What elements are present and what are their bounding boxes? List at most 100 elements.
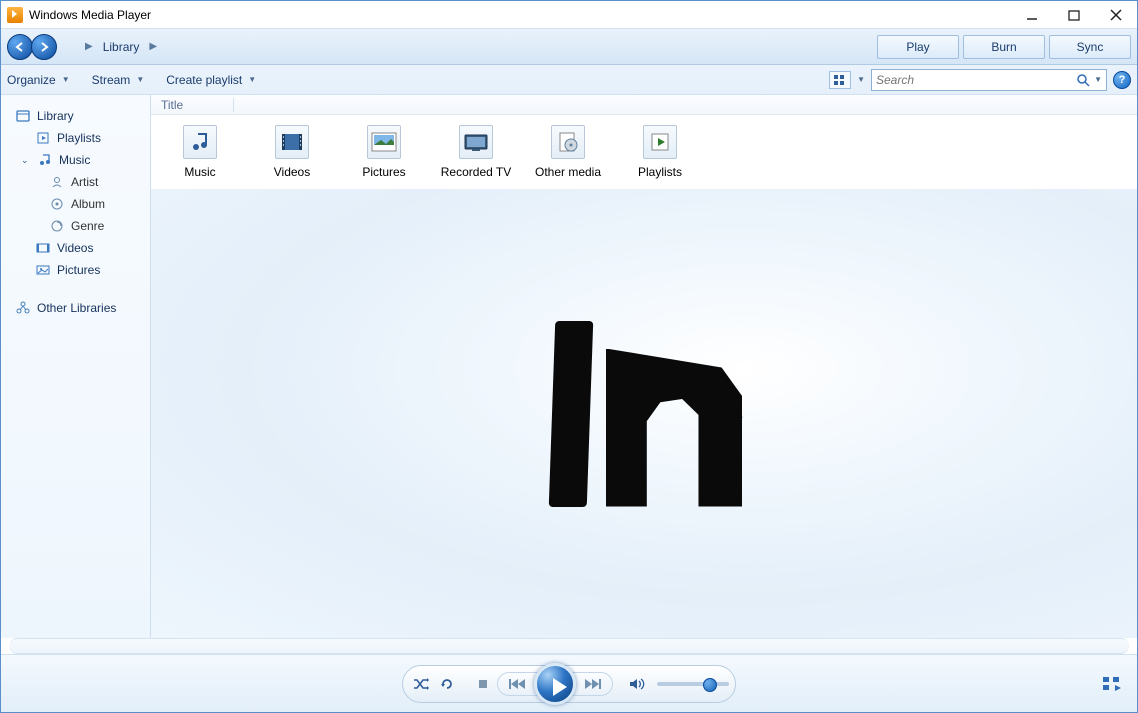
mute-button[interactable]	[625, 669, 649, 699]
sidebar-label: Other Libraries	[37, 299, 116, 317]
view-grid-icon	[834, 75, 846, 85]
burn-tab-button[interactable]: Burn	[963, 35, 1045, 59]
content-background: 264	[151, 189, 1137, 638]
library-item-recorded-tv[interactable]: Recorded TV	[441, 125, 511, 179]
chevron-down-icon[interactable]: ▼	[1094, 75, 1102, 84]
window: Windows Media Player ▶ Library ▶ Play	[0, 0, 1138, 713]
sidebar-label: Music	[59, 151, 90, 169]
music-icon	[183, 125, 217, 159]
close-icon	[1110, 9, 1122, 21]
library-item-other-media[interactable]: Other media	[533, 125, 603, 179]
view-options-button[interactable]	[829, 71, 851, 89]
main-panel: Title Music Videos	[151, 95, 1137, 638]
column-title: Title	[161, 98, 234, 112]
sync-tab-button[interactable]: Sync	[1049, 35, 1131, 59]
next-icon	[584, 677, 602, 691]
music-icon	[37, 152, 53, 168]
back-button[interactable]	[7, 34, 33, 60]
organize-menu[interactable]: Organize ▼	[7, 73, 70, 87]
search-input[interactable]	[876, 73, 1076, 87]
create-playlist-menu[interactable]: Create playlist ▼	[166, 73, 256, 87]
player-controls	[1, 654, 1137, 712]
sidebar-item-other-libraries[interactable]: Other Libraries	[5, 297, 146, 319]
close-button[interactable]	[1095, 1, 1137, 29]
chevron-down-icon: ▼	[62, 75, 70, 84]
album-icon	[49, 196, 65, 212]
previous-button[interactable]	[502, 669, 532, 699]
sidebar-label: Library	[37, 107, 74, 125]
chevron-down-icon[interactable]: ▼	[857, 75, 865, 84]
play-button[interactable]	[534, 663, 576, 705]
titlebar: Windows Media Player	[1, 1, 1137, 29]
sidebar-label: Playlists	[57, 129, 101, 147]
minimize-button[interactable]	[1011, 1, 1053, 29]
breadcrumb[interactable]: ▶ Library ▶	[85, 40, 157, 54]
play-tab-button[interactable]: Play	[877, 35, 959, 59]
library-icon	[15, 108, 31, 124]
breadcrumb-sep-icon: ▶	[149, 41, 157, 52]
library-item-label: Music	[184, 165, 215, 179]
window-title: Windows Media Player	[29, 8, 1011, 22]
video-icon	[275, 125, 309, 159]
horizontal-scrollbar[interactable]	[9, 638, 1129, 654]
sidebar-item-videos[interactable]: Videos	[5, 237, 146, 259]
content-area: Library Playlists ⌄ Music Artist	[1, 95, 1137, 638]
sidebar-item-playlists[interactable]: Playlists	[5, 127, 146, 149]
repeat-button[interactable]	[435, 669, 459, 699]
transport-controls	[402, 665, 736, 703]
next-button[interactable]	[578, 669, 608, 699]
shuffle-icon	[413, 677, 429, 691]
forward-button[interactable]	[31, 34, 57, 60]
playlist-icon	[35, 130, 51, 146]
video-icon	[35, 240, 51, 256]
sidebar-label: Album	[71, 195, 105, 213]
sidebar-item-library[interactable]: Library	[5, 105, 146, 127]
chevron-down-icon: ▼	[136, 75, 144, 84]
artist-icon	[49, 174, 65, 190]
network-icon	[15, 300, 31, 316]
library-item-playlists[interactable]: Playlists	[625, 125, 695, 179]
tv-icon	[459, 125, 493, 159]
sidebar-item-album[interactable]: Album	[5, 193, 146, 215]
navbar: ▶ Library ▶ Play Burn Sync	[1, 29, 1137, 65]
library-item-music[interactable]: Music	[165, 125, 235, 179]
repeat-icon	[440, 677, 454, 691]
stream-menu[interactable]: Stream ▼	[92, 73, 145, 87]
expand-icon[interactable]: ⌄	[21, 151, 31, 169]
library-grid: Music Videos Pictures	[151, 115, 1137, 189]
maximize-icon	[1068, 9, 1080, 21]
library-item-label: Videos	[274, 165, 310, 179]
library-item-label: Recorded TV	[441, 165, 511, 179]
app-icon	[7, 7, 23, 23]
shuffle-button[interactable]	[409, 669, 433, 699]
sidebar-item-pictures[interactable]: Pictures	[5, 259, 146, 281]
forward-arrow-icon	[38, 41, 50, 53]
sidebar-item-artist[interactable]: Artist	[5, 171, 146, 193]
switch-view-icon	[1103, 677, 1121, 691]
stop-button[interactable]	[471, 669, 495, 699]
sidebar: Library Playlists ⌄ Music Artist	[1, 95, 151, 638]
volume-slider[interactable]	[657, 682, 729, 686]
playlist-icon	[643, 125, 677, 159]
create-playlist-label: Create playlist	[166, 73, 242, 87]
switch-view-button[interactable]	[1101, 675, 1123, 693]
organize-label: Organize	[7, 73, 56, 87]
sidebar-item-genre[interactable]: Genre	[5, 215, 146, 237]
help-button[interactable]: ?	[1113, 71, 1131, 89]
sidebar-item-music[interactable]: ⌄ Music	[5, 149, 146, 171]
breadcrumb-sep-icon: ▶	[85, 41, 93, 52]
library-item-videos[interactable]: Videos	[257, 125, 327, 179]
search-box[interactable]: ▼	[871, 69, 1107, 91]
h264-logo: 264	[552, 319, 736, 509]
column-header[interactable]: Title	[151, 95, 1137, 115]
sidebar-label: Artist	[71, 173, 98, 191]
sidebar-label: Videos	[57, 239, 93, 257]
library-item-label: Other media	[535, 165, 601, 179]
minimize-icon	[1026, 9, 1038, 21]
maximize-button[interactable]	[1053, 1, 1095, 29]
back-arrow-icon	[14, 41, 26, 53]
volume-icon	[629, 677, 645, 691]
library-item-pictures[interactable]: Pictures	[349, 125, 419, 179]
search-icon[interactable]	[1076, 73, 1090, 87]
breadcrumb-item[interactable]: Library	[103, 40, 140, 54]
